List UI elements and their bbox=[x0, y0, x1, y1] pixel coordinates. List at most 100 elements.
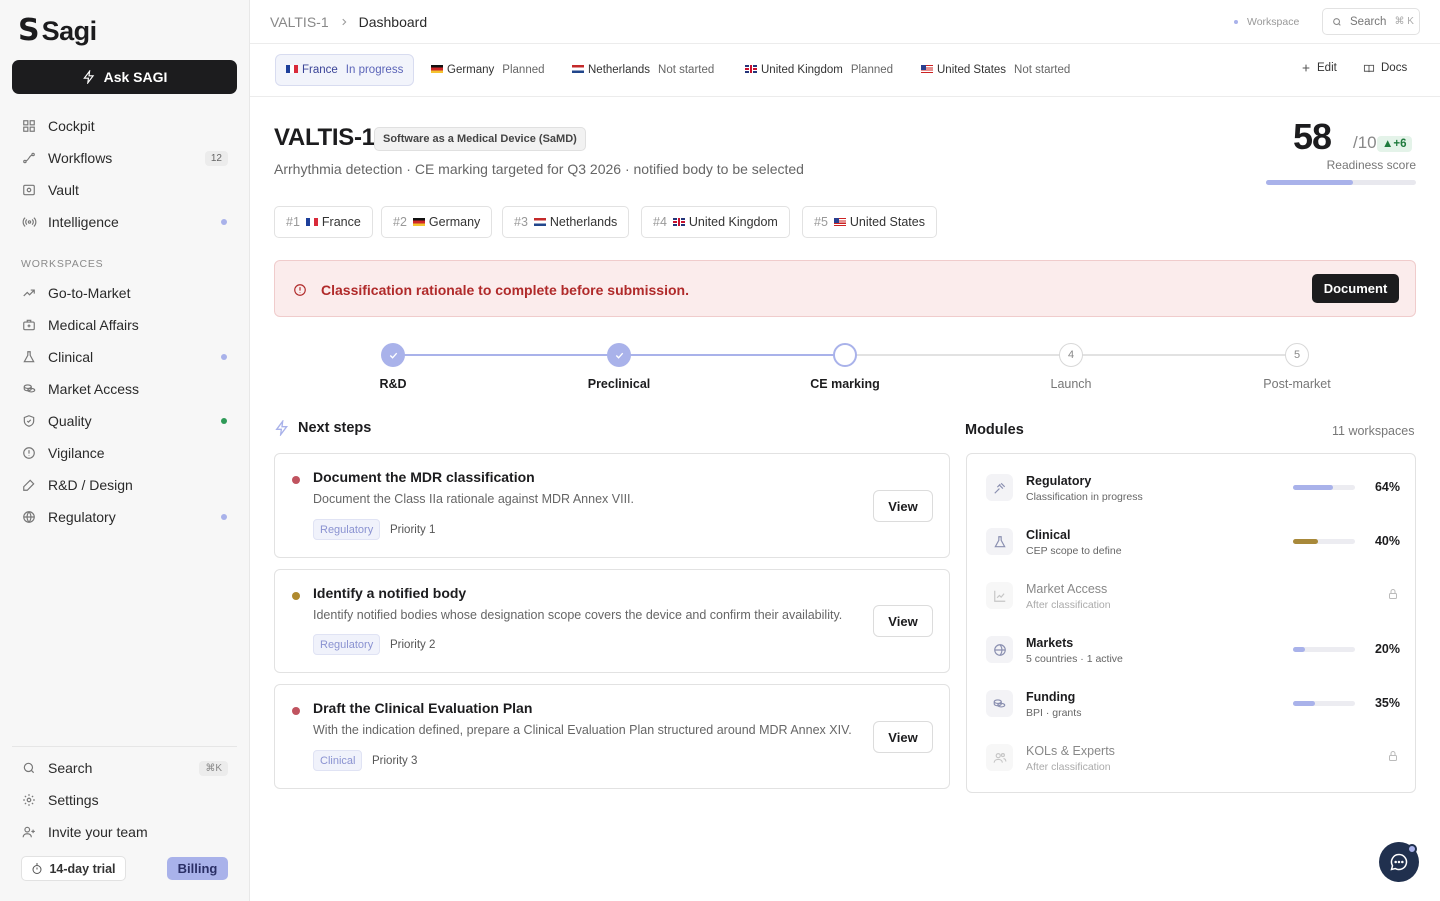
step-tag: Regulatory bbox=[313, 519, 381, 540]
breadcrumb-page: Dashboard bbox=[358, 14, 428, 30]
tab-country-name: United States bbox=[921, 64, 1006, 76]
sidebar-item-quality[interactable]: Quality bbox=[12, 406, 237, 436]
sidebar-item-label: Quality bbox=[48, 413, 92, 429]
chevron-right-icon bbox=[342, 18, 347, 26]
sidebar-item-label: Go-to-Market bbox=[48, 285, 131, 301]
breadcrumb-project[interactable]: VALTIS-1 bbox=[270, 14, 329, 30]
chart-icon bbox=[986, 582, 1013, 609]
step-title: Document the MDR classification bbox=[313, 469, 535, 485]
view-button[interactable]: View bbox=[873, 490, 933, 522]
tab-france[interactable]: France In progress bbox=[275, 54, 415, 86]
top-search-button[interactable]: Search ⌘ K bbox=[1322, 8, 1420, 35]
step-tag: Clinical bbox=[313, 750, 363, 771]
pen-icon bbox=[21, 477, 37, 493]
shield-check-icon bbox=[21, 413, 37, 429]
tab-status: In progress bbox=[345, 64, 404, 76]
sidebar-item-market-access[interactable]: Market Access bbox=[12, 374, 237, 404]
module-progress-bar bbox=[1293, 701, 1355, 706]
view-button[interactable]: View bbox=[873, 605, 933, 637]
module-row-regulatory[interactable]: Regulatory Classification in progress 64… bbox=[967, 460, 1417, 514]
priority-chip-united-kingdom[interactable]: #4 United Kingdom bbox=[641, 206, 790, 238]
sidebar-settings[interactable]: Settings bbox=[12, 785, 237, 815]
coins-icon bbox=[21, 381, 37, 397]
score-progress-fill bbox=[1266, 180, 1353, 185]
check-icon bbox=[615, 352, 623, 359]
step-label: CE marking bbox=[810, 377, 880, 391]
sidebar-item-cockpit[interactable]: Cockpit bbox=[12, 111, 237, 141]
step-launch-node[interactable]: 4 bbox=[1059, 343, 1083, 367]
sidebar-search[interactable]: Search ⌘K bbox=[12, 753, 237, 783]
chat-bubble-icon bbox=[1390, 853, 1408, 871]
sidebar-item-label: Intelligence bbox=[48, 214, 119, 230]
book-icon bbox=[1363, 64, 1375, 72]
tab-united-kingdom[interactable]: United Kingdom Planned bbox=[735, 54, 903, 86]
priority-chip-france[interactable]: #1 France bbox=[274, 206, 373, 238]
flag-de-icon bbox=[431, 65, 443, 73]
sidebar-item-regulatory[interactable]: Regulatory bbox=[12, 502, 237, 532]
step-ce-marking-node[interactable] bbox=[833, 343, 857, 367]
flag-uk-icon bbox=[672, 218, 685, 226]
sidebar-item-clinical[interactable]: Clinical bbox=[12, 342, 237, 372]
step-preclinical-node[interactable] bbox=[607, 343, 631, 367]
priority-dot bbox=[292, 707, 300, 715]
sidebar-invite[interactable]: Invite your team bbox=[12, 817, 237, 847]
tab-status: Not started bbox=[658, 64, 715, 76]
flag-nl-icon bbox=[533, 218, 546, 226]
search-icon bbox=[21, 760, 37, 776]
topbar: VALTIS-1 Dashboard Workspace Search ⌘ K bbox=[250, 0, 1440, 44]
priority-chip-united-states[interactable]: #5 United States bbox=[802, 206, 937, 238]
chip-rank: #4 bbox=[653, 215, 667, 229]
module-subtitle: 5 countries · 1 active bbox=[1026, 653, 1123, 665]
step-rd-node[interactable] bbox=[381, 343, 405, 367]
next-steps-header: Next steps bbox=[274, 420, 371, 436]
status-dot bbox=[221, 219, 227, 225]
docs-button[interactable]: Docs bbox=[1363, 62, 1407, 74]
top-search-label: Search bbox=[1350, 15, 1387, 28]
device-type-badge: Software as a Medical Device (SaMD) bbox=[374, 127, 586, 151]
module-row-markets[interactable]: Markets 5 countries · 1 active 20% bbox=[967, 622, 1417, 676]
module-subtitle: After classification bbox=[1026, 761, 1111, 773]
priority-chip-netherlands[interactable]: #3 Netherlands bbox=[502, 206, 630, 238]
workspace-indicator[interactable]: Workspace bbox=[1234, 16, 1299, 28]
tab-country-name: United Kingdom bbox=[745, 64, 843, 76]
priority-chip-germany[interactable]: #2 Germany bbox=[381, 206, 493, 238]
module-row-clinical[interactable]: Clinical CEP scope to define 40% bbox=[967, 514, 1417, 568]
modules-count: 11 workspaces bbox=[1332, 424, 1415, 438]
sidebar-item-medical-affairs[interactable]: Medical Affairs bbox=[12, 310, 237, 340]
invite-label: Invite your team bbox=[48, 824, 148, 840]
sidebar-item-vigilance[interactable]: Vigilance bbox=[12, 438, 237, 468]
chat-launcher-button[interactable] bbox=[1379, 842, 1419, 882]
docs-label: Docs bbox=[1381, 62, 1408, 74]
tab-netherlands[interactable]: Netherlands Not started bbox=[562, 54, 724, 86]
step-post-market-node[interactable]: 5 bbox=[1285, 343, 1309, 367]
sidebar-item-vault[interactable]: Vault bbox=[12, 175, 237, 205]
gavel-icon bbox=[986, 474, 1013, 501]
tab-united-states[interactable]: United States Not started bbox=[911, 54, 1080, 86]
module-row-kols-experts: KOLs & Experts After classification bbox=[967, 730, 1417, 784]
document-button[interactable]: Document bbox=[1312, 274, 1399, 303]
trial-badge[interactable]: 14-day trial bbox=[21, 856, 126, 881]
score-delta-badge: ▲+6 bbox=[1377, 136, 1412, 152]
module-progress-fill bbox=[1293, 485, 1333, 490]
billing-button[interactable]: Billing bbox=[167, 857, 228, 880]
flag-fr-icon bbox=[305, 218, 318, 226]
edit-label: Edit bbox=[1317, 62, 1337, 74]
step-description: Identify notified bodies whose designati… bbox=[313, 608, 843, 622]
sidebar-item-rd-design[interactable]: R&D / Design bbox=[12, 470, 237, 500]
project-title: VALTIS-1 bbox=[274, 124, 375, 151]
tab-germany[interactable]: Germany Planned bbox=[421, 54, 555, 86]
logo[interactable]: S Sagi bbox=[18, 16, 97, 47]
tab-country-name: Netherlands bbox=[572, 64, 650, 76]
edit-button[interactable]: Edit bbox=[1301, 62, 1337, 74]
ask-sagi-button[interactable]: Ask SAGI bbox=[12, 60, 237, 94]
sidebar-item-workflows[interactable]: Workflows 12 bbox=[12, 143, 237, 173]
lightning-icon bbox=[82, 70, 94, 84]
grid-icon bbox=[21, 118, 37, 134]
module-row-funding[interactable]: Funding BPI · grants 35% bbox=[967, 676, 1417, 730]
settings-label: Settings bbox=[48, 792, 99, 808]
sidebar-item-intelligence[interactable]: Intelligence bbox=[12, 207, 237, 237]
view-button[interactable]: View bbox=[873, 721, 933, 753]
sidebar-item-go-to-market[interactable]: Go-to-Market bbox=[12, 278, 237, 308]
flag-nl-icon bbox=[572, 65, 584, 73]
score-progress-bar bbox=[1266, 180, 1416, 185]
